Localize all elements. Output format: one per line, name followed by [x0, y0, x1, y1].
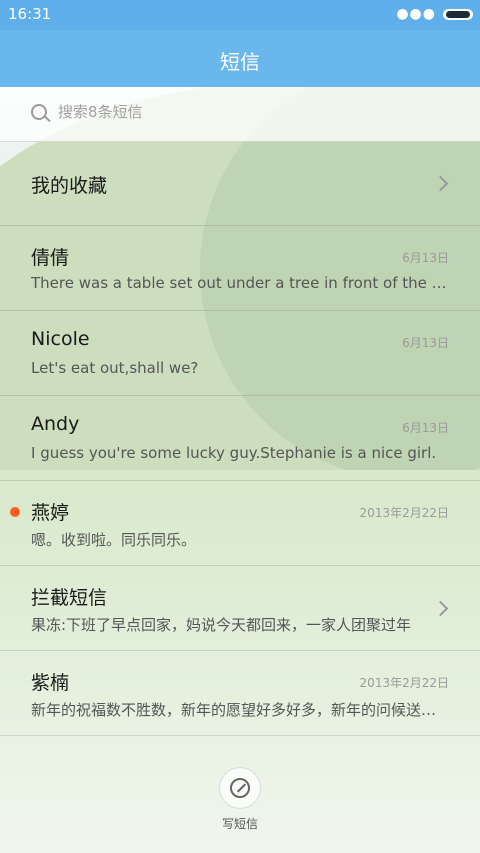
message-date: 6月13日 [402, 251, 449, 265]
chevron-right-icon [432, 175, 449, 192]
message-preview: 嗯。收到啦。同乐同乐。 [31, 531, 197, 549]
conversation-list: 我的收藏 倩倩 6月13日 There was a table set out … [0, 141, 480, 736]
more-dots-icon: ●●● [396, 6, 436, 22]
favorites-item[interactable]: 我的收藏 [0, 141, 480, 226]
compose-label[interactable]: 写短信 [0, 815, 480, 832]
search-input[interactable] [58, 103, 438, 121]
status-time: 16:31 [8, 5, 52, 23]
compose-icon [230, 778, 250, 798]
message-date: 6月13日 [402, 336, 449, 350]
conversation-item[interactable]: Nicole 6月13日 Let's eat out,shall we? [0, 311, 480, 396]
conversation-item[interactable]: 倩倩 6月13日 There was a table set out under… [0, 226, 480, 311]
blocked-messages-item[interactable]: 拦截短信 果冻:下班了早点回家，妈说今天都回来，一家人团聚过年 [0, 566, 480, 651]
message-preview: 新年的祝福数不胜数，新年的愿望好多好多，新年的问候送给你 [31, 701, 448, 719]
message-preview: There was a table set out under a tree i… [31, 274, 448, 292]
message-date: 6月13日 [402, 421, 449, 435]
contact-name: 紫楠 [31, 672, 70, 694]
contact-name: Andy [31, 413, 80, 435]
compose-area: 写短信 [0, 753, 480, 853]
message-date: 2013年2月22日 [359, 676, 449, 690]
contact-name: 倩倩 [31, 247, 70, 269]
page-title: 短信 [220, 50, 260, 74]
search-bar[interactable] [0, 87, 480, 142]
contact-name: 燕婷 [31, 502, 70, 524]
app-header: 短信 [0, 30, 480, 87]
status-bar: 16:31 ●●● [0, 0, 480, 30]
conversation-item[interactable]: Andy 6月13日 I guess you're some lucky guy… [0, 396, 480, 481]
message-preview: I guess you're some lucky guy.Stephanie … [31, 444, 437, 462]
compose-button[interactable] [219, 767, 261, 809]
favorites-label: 我的收藏 [31, 175, 108, 197]
search-icon [31, 104, 47, 120]
battery-icon [443, 9, 473, 20]
chevron-right-icon [432, 600, 449, 617]
contact-name: 拦截短信 [31, 587, 108, 609]
conversation-item[interactable]: 燕婷 2013年2月22日 嗯。收到啦。同乐同乐。 [0, 481, 480, 566]
message-preview: Let's eat out,shall we? [31, 359, 199, 377]
message-preview: 果冻:下班了早点回家，妈说今天都回来，一家人团聚过年 [31, 616, 412, 634]
message-date: 2013年2月22日 [359, 506, 449, 520]
conversation-item[interactable]: 紫楠 2013年2月22日 新年的祝福数不胜数，新年的愿望好多好多，新年的问候送… [0, 651, 480, 736]
contact-name: Nicole [31, 328, 90, 350]
unread-dot-icon [10, 507, 20, 517]
